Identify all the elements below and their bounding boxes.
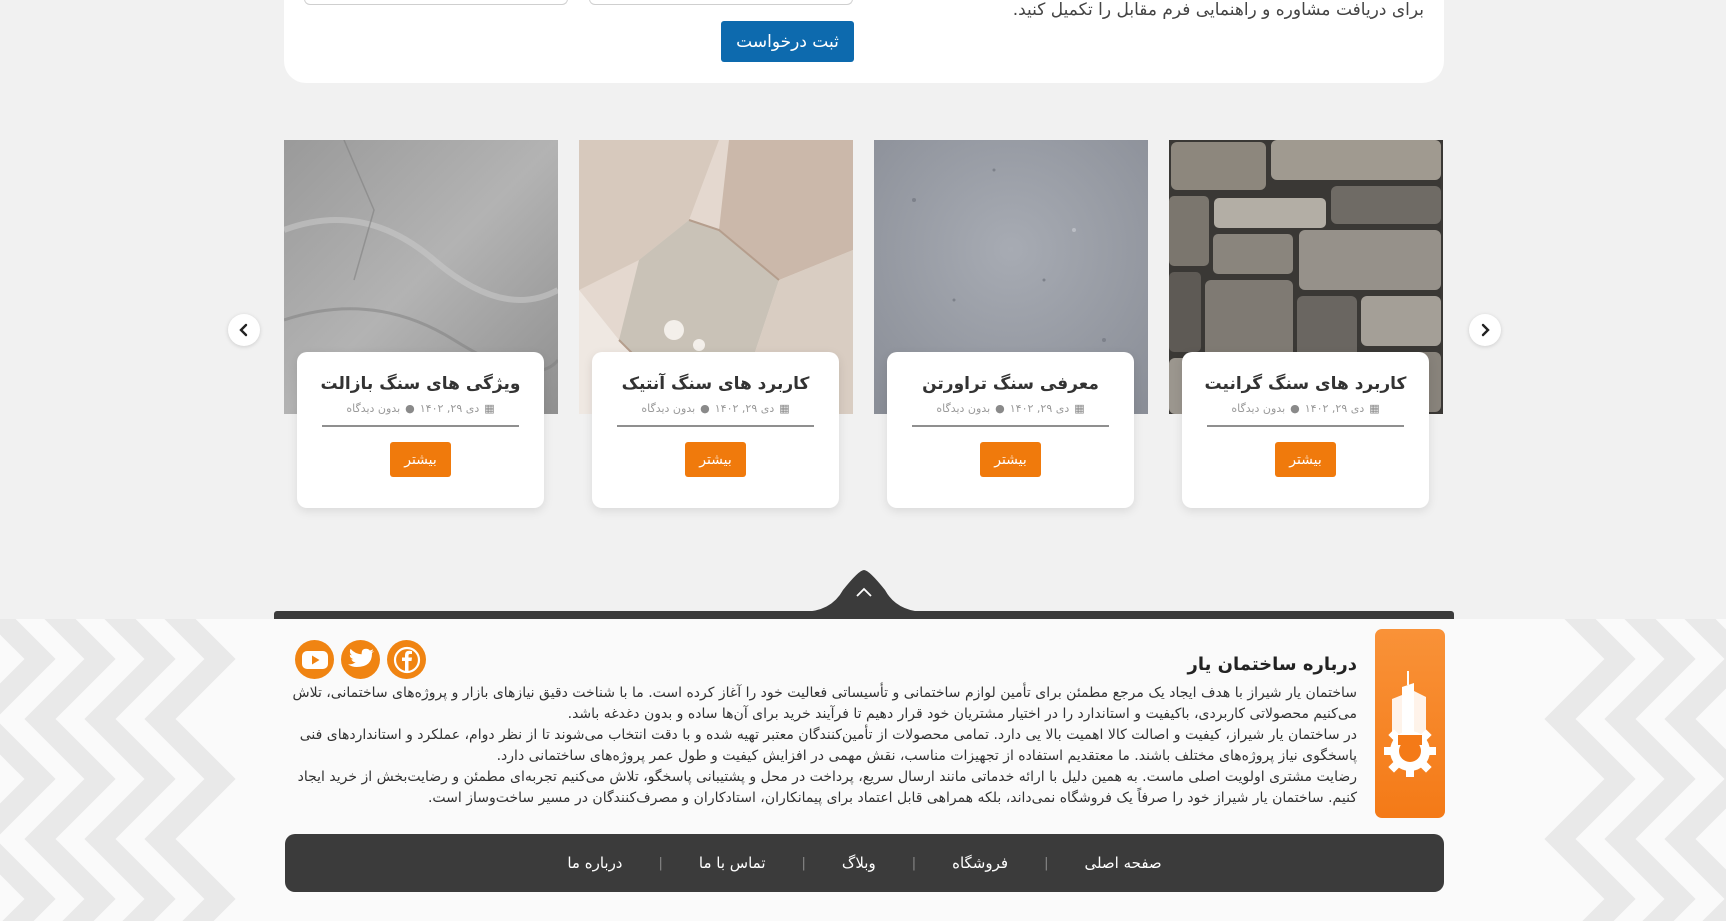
calendar-icon: ▦ <box>1369 402 1380 415</box>
post-date: دی ۲۹, ۱۴۰۲ <box>419 402 480 415</box>
post-comments[interactable]: بدون دیدگاه <box>936 402 990 415</box>
comments-icon: ● <box>405 402 415 415</box>
about-paragraph: رضایت مشتری اولویت اصلی ماست. به همین دل… <box>297 769 1357 806</box>
calendar-icon: ▦ <box>1074 402 1085 415</box>
post-comments[interactable]: بدون دیدگاه <box>346 402 400 415</box>
post-title[interactable]: معرفی سنگ تراورتن <box>887 374 1134 394</box>
read-more-button[interactable]: بیشتر <box>1275 442 1336 477</box>
post-comments[interactable]: بدون دیدگاه <box>1231 402 1285 415</box>
menu-item-blog[interactable]: وبلاگ <box>806 854 912 872</box>
scroll-to-top-button[interactable] <box>801 570 927 612</box>
youtube-icon <box>301 650 328 669</box>
card-divider <box>1207 425 1404 427</box>
post-meta: ▦ دی ۲۹, ۱۴۰۲ ● بدون دیدگاه <box>297 402 544 415</box>
menu-separator: | <box>1044 855 1049 871</box>
post-card: کاربرد های سنگ آنتیک ▦ دی ۲۹, ۱۴۰۲ ● بدو… <box>592 352 839 508</box>
card-divider <box>912 425 1109 427</box>
comments-icon: ● <box>1290 402 1300 415</box>
menu-separator: | <box>911 855 917 871</box>
post-date: دی ۲۹, ۱۴۰۲ <box>1009 402 1070 415</box>
post-meta: ▦ دی ۲۹, ۱۴۰۲ ● بدون دیدگاه <box>1182 402 1429 415</box>
about-paragraph: در ساختمان یار شیراز، کیفیت و اصالت کالا… <box>299 727 1357 764</box>
post-title[interactable]: کاربرد های سنگ آنتیک <box>592 374 839 394</box>
carousel-prev-button[interactable] <box>228 314 260 346</box>
footer-top-bar <box>274 611 1454 619</box>
read-more-button[interactable]: بیشتر <box>390 442 451 477</box>
post-card: کاربرد های سنگ گرانیت ▦ دی ۲۹, ۱۴۰۲ ● بد… <box>1182 352 1429 508</box>
post-comments[interactable]: بدون دیدگاه <box>641 402 695 415</box>
about-text: ساختمان یار شیراز با هدف ایجاد یک مرجع م… <box>282 683 1358 809</box>
carousel-slide: معرفی سنگ تراورتن ▦ دی ۲۹, ۱۴۰۲ ● بدون د… <box>874 140 1148 510</box>
menu-item-contact[interactable]: تماس با ما <box>663 854 802 872</box>
blog-carousel: کاربرد های سنگ گرانیت ▦ دی ۲۹, ۱۴۰۲ ● بد… <box>0 0 1726 520</box>
facebook-icon <box>393 646 420 673</box>
carousel-next-button[interactable] <box>1469 314 1501 346</box>
comments-icon: ● <box>700 402 710 415</box>
site-logo[interactable] <box>1375 629 1445 818</box>
menu-item-about[interactable]: درباره ما <box>531 854 658 872</box>
footer-menu: صفحه اصلی | فروشگاه | وبلاگ | تماس با ما… <box>285 834 1444 892</box>
read-more-button[interactable]: بیشتر <box>980 442 1041 477</box>
calendar-icon: ▦ <box>779 402 790 415</box>
about-paragraph: ساختمان یار شیراز با هدف ایجاد یک مرجع م… <box>292 685 1358 722</box>
facebook-button[interactable] <box>387 640 426 679</box>
menu-item-home[interactable]: صفحه اصلی <box>1048 854 1197 872</box>
card-divider <box>322 425 519 427</box>
calendar-icon: ▦ <box>484 402 495 415</box>
comments-icon: ● <box>995 402 1005 415</box>
post-meta: ▦ دی ۲۹, ۱۴۰۲ ● بدون دیدگاه <box>887 402 1134 415</box>
chevron-left-icon <box>239 323 248 337</box>
post-date: دی ۲۹, ۱۴۰۲ <box>1304 402 1365 415</box>
card-divider <box>617 425 814 427</box>
carousel-slide: کاربرد های سنگ گرانیت ▦ دی ۲۹, ۱۴۰۲ ● بد… <box>1169 140 1443 510</box>
youtube-button[interactable] <box>295 640 334 679</box>
post-meta: ▦ دی ۲۹, ۱۴۰۲ ● بدون دیدگاه <box>592 402 839 415</box>
post-date: دی ۲۹, ۱۴۰۲ <box>714 402 775 415</box>
read-more-button[interactable]: بیشتر <box>685 442 746 477</box>
menu-separator: | <box>801 855 806 871</box>
menu-separator: | <box>658 855 663 871</box>
chevron-right-icon <box>1481 323 1490 337</box>
post-card: ویژگی های سنگ بازالت ▦ دی ۲۹, ۱۴۰۲ ● بدو… <box>297 352 544 508</box>
twitter-button[interactable] <box>341 640 380 679</box>
about-title: درباره ساختمان یار <box>1187 654 1358 675</box>
post-title[interactable]: ویژگی های سنگ بازالت <box>297 374 544 394</box>
menu-item-shop[interactable]: فروشگاه <box>916 854 1044 872</box>
post-title[interactable]: کاربرد های سنگ گرانیت <box>1182 374 1429 394</box>
social-links <box>295 640 426 679</box>
twitter-icon <box>347 648 374 667</box>
carousel-slide: ویژگی های سنگ بازالت ▦ دی ۲۹, ۱۴۰۲ ● بدو… <box>284 140 558 510</box>
building-gear-icon <box>1384 670 1436 777</box>
carousel-slide: کاربرد های سنگ آنتیک ▦ دی ۲۹, ۱۴۰۲ ● بدو… <box>579 140 853 510</box>
site-footer: درباره ساختمان یار ساختمان یار شیراز با … <box>0 619 1726 921</box>
post-card: معرفی سنگ تراورتن ▦ دی ۲۹, ۱۴۰۲ ● بدون د… <box>887 352 1134 508</box>
